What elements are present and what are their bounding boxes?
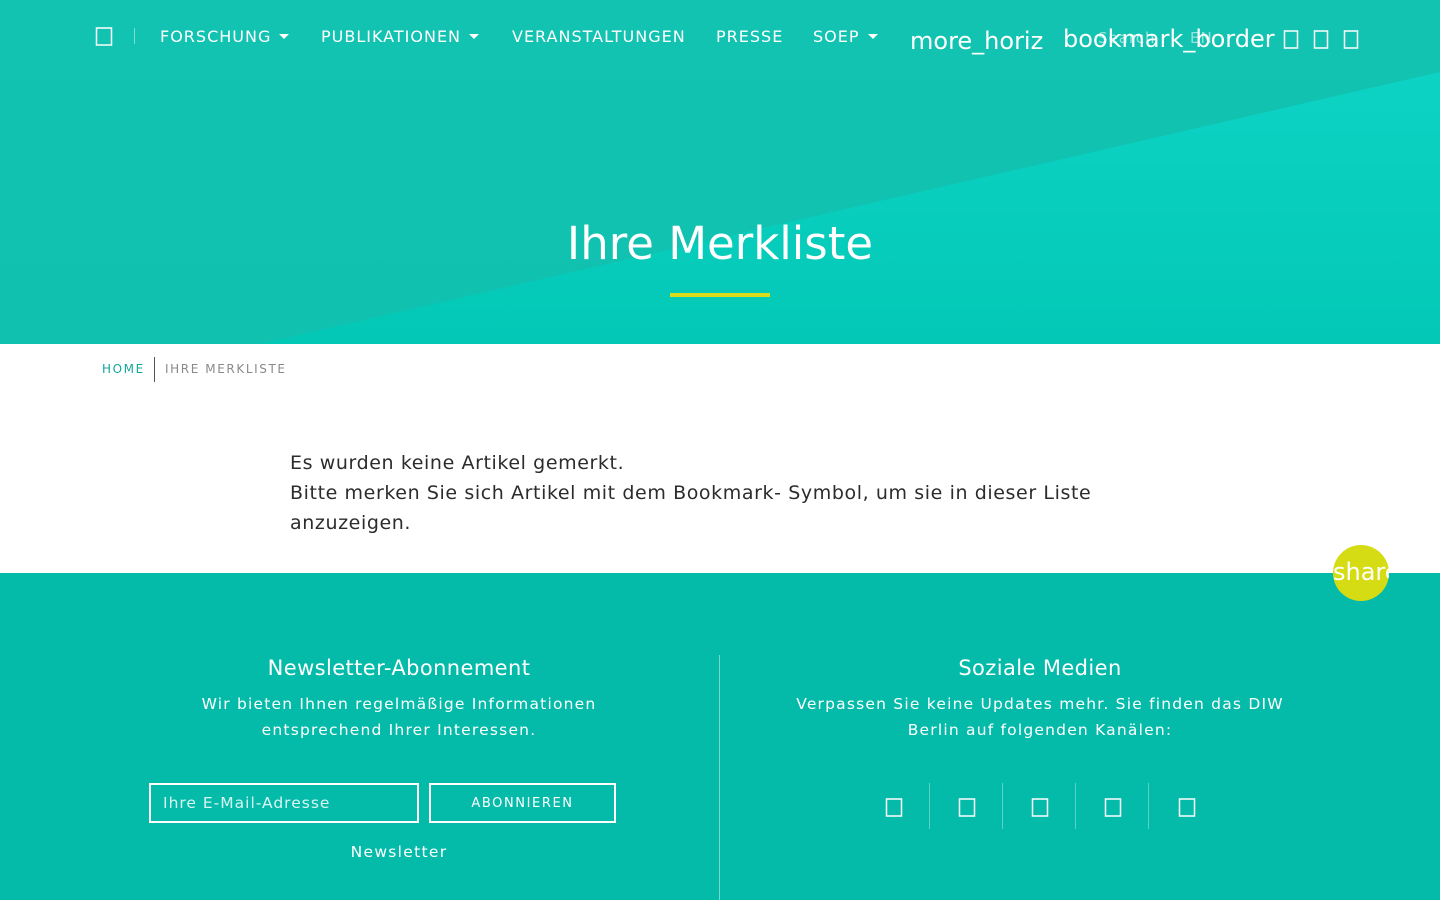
subscribe-button[interactable]: ABONNIEREN <box>429 783 616 823</box>
caret-down-icon <box>469 34 480 39</box>
nav-item-label: PRESSE <box>716 27 784 46</box>
social-icons <box>857 783 1224 829</box>
footer: Newsletter-Abonnement Wir bieten Ihnen r… <box>0 573 1440 900</box>
more-horiz-icon[interactable]: more_horiz <box>910 27 1043 55</box>
social-media-section: Soziale Medien Verpassen Sie keine Updat… <box>680 655 1400 743</box>
email-input[interactable] <box>149 783 419 823</box>
mail-icon[interactable] <box>1313 27 1329 51</box>
linkedin-icon[interactable] <box>1003 783 1076 829</box>
user-icon[interactable] <box>1283 27 1299 51</box>
twitter-icon[interactable] <box>857 783 930 829</box>
nav-item-label: SOEP <box>813 27 860 46</box>
caret-down-icon <box>867 34 878 39</box>
youtube-icon[interactable] <box>1076 783 1149 829</box>
breadcrumb-separator <box>154 357 155 382</box>
nav-separator <box>134 28 135 44</box>
instagram-icon[interactable] <box>1150 783 1223 829</box>
nav-item-label: VERANSTALTUNGEN <box>512 27 686 46</box>
title-underline <box>670 293 770 297</box>
menu-icon[interactable] <box>1343 27 1359 51</box>
breadcrumb-current: IHRE MERKLISTE <box>165 362 287 376</box>
newsletter-description: Wir bieten Ihnen regelmäßige Information… <box>201 695 597 739</box>
bookmark-icon[interactable]: bookmark_border <box>1063 25 1275 53</box>
nav-item-forschung[interactable]: FORSCHUNG <box>160 27 290 47</box>
share-button[interactable]: share <box>1333 545 1389 601</box>
newsletter-section: Newsletter-Abonnement Wir bieten Ihnen r… <box>39 655 759 743</box>
caret-down-icon <box>279 34 290 39</box>
nav-item-veranstaltungen[interactable]: VERANSTALTUNGEN <box>512 27 686 47</box>
share-icon: share <box>1333 558 1389 586</box>
hero-banner: FORSCHUNG PUBLIKATIONEN VERANSTALTUNGEN … <box>0 0 1440 344</box>
social-title: Soziale Medien <box>958 656 1122 680</box>
nav-item-soep[interactable]: SOEP <box>813 27 878 47</box>
message-line-1: Es wurden keine Artikel gemerkt. <box>290 452 625 474</box>
social-description: Verpassen Sie keine Updates mehr. Sie fi… <box>796 695 1284 739</box>
main-navigation: FORSCHUNG PUBLIKATIONEN VERANSTALTUNGEN … <box>0 0 1440 72</box>
empty-bookmarks-message: Es wurden keine Artikel gemerkt. Bitte m… <box>290 448 1170 538</box>
newsletter-title: Newsletter-Abonnement <box>267 656 531 680</box>
nav-item-label: FORSCHUNG <box>160 27 272 46</box>
page-title: Ihre Merkliste <box>566 217 874 270</box>
message-line-2: Bitte merken Sie sich Artikel mit dem Bo… <box>290 482 1092 534</box>
facebook-icon[interactable] <box>930 783 1003 829</box>
home-icon[interactable] <box>95 24 113 48</box>
newsletter-link[interactable]: Newsletter <box>299 841 499 863</box>
nav-item-label: PUBLIKATIONEN <box>321 27 462 46</box>
nav-item-presse[interactable]: PRESSE <box>716 27 783 47</box>
breadcrumb-home-link[interactable]: HOME <box>102 362 145 376</box>
nav-item-publikationen[interactable]: PUBLIKATIONEN <box>321 27 480 47</box>
